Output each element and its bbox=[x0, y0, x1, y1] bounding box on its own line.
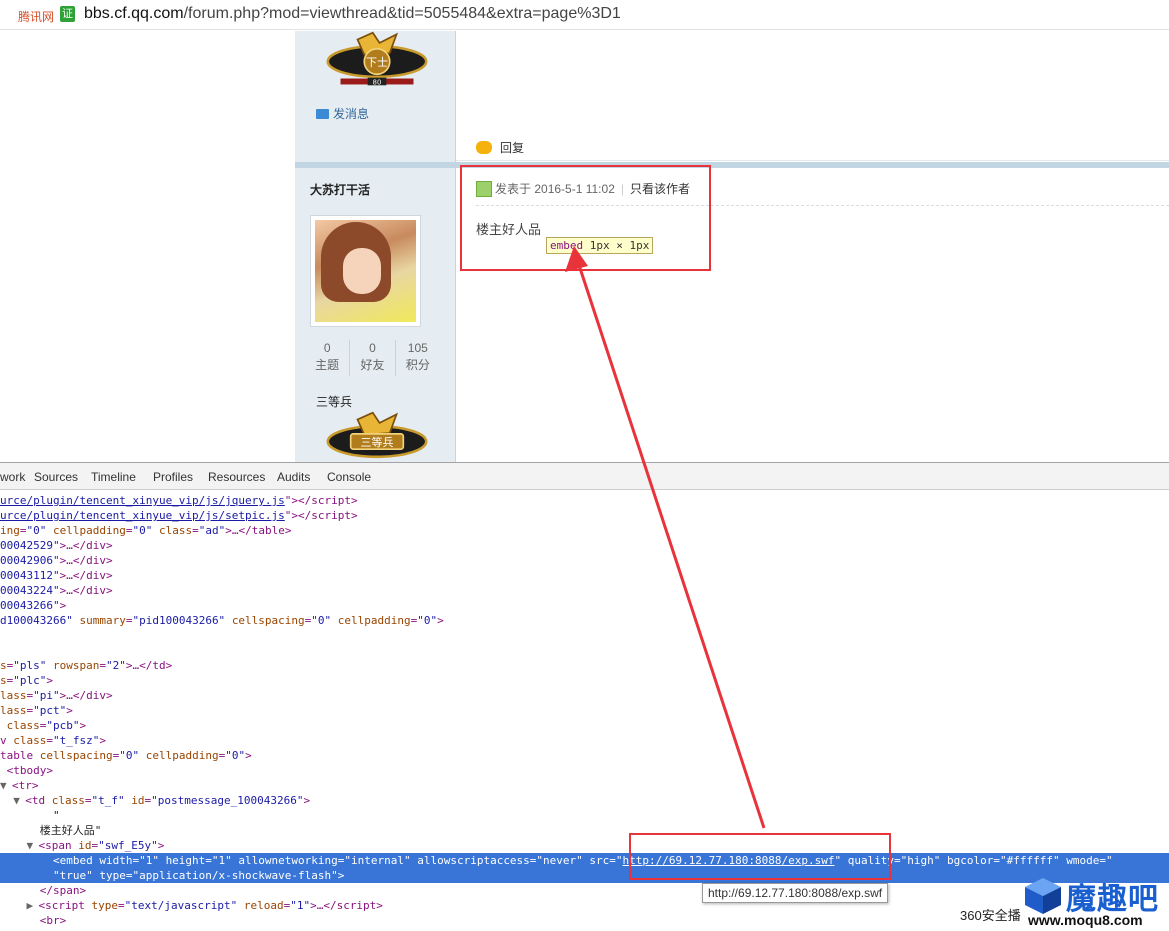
envelope-icon bbox=[316, 109, 329, 119]
reply-bubble-icon bbox=[476, 141, 492, 154]
forum-page: 下士 80 发消息 回复 大苏打干活 0 主题 0 好友 105 积分 三等兵 三等兵… bbox=[0, 31, 1169, 462]
rank-badge-text: 下士 bbox=[366, 56, 388, 69]
url-tooltip: http://69.12.77.180:8088/exp.swf bbox=[702, 883, 889, 903]
dom-node[interactable]: lass="pi">…</div> bbox=[0, 688, 1169, 703]
dom-node[interactable]: lass="pct"> bbox=[0, 703, 1169, 718]
dom-node[interactable]: s="plc"> bbox=[0, 673, 1169, 688]
tab-resources[interactable]: Resources bbox=[208, 470, 265, 484]
rank-badge-icon: 下士 80 bbox=[326, 31, 428, 86]
dom-node[interactable]: s="pls" rowspan="2">…</td> bbox=[0, 658, 1169, 673]
dom-node-selected-embed[interactable]: <embed width="1" height="1" allownetwork… bbox=[0, 853, 1169, 868]
dom-tree[interactable]: urce/plugin/tencent_xinyue_vip/js/jquery… bbox=[0, 493, 1169, 928]
site-name-label: 腾讯网 bbox=[18, 10, 55, 24]
dom-node[interactable]: <tbody> bbox=[0, 763, 1169, 778]
rank-badge-icon: 三等兵 bbox=[326, 411, 428, 459]
dom-node[interactable]: table cellspacing="0" cellpadding="0"> bbox=[0, 748, 1169, 763]
dom-node[interactable]: ▼ <tr> bbox=[0, 778, 1169, 793]
divider bbox=[456, 160, 1169, 161]
rank-name: 三等兵 bbox=[316, 395, 353, 409]
rank-badge-text: 三等兵 bbox=[360, 435, 393, 449]
stat-points[interactable]: 105 积分 bbox=[394, 340, 440, 376]
stat-threads[interactable]: 0 主题 bbox=[305, 340, 349, 376]
dom-node[interactable]: ▼ <td class="t_f" id="postmessage_1000432… bbox=[0, 793, 1169, 808]
dom-node[interactable]: ing="0" cellpadding="0" class="ad">…</ta… bbox=[0, 523, 1169, 538]
address-bar[interactable]: 腾讯网 证 bbs.cf.qq.com/forum.php?mod=viewth… bbox=[0, 0, 1169, 30]
dom-node[interactable]: class="pcb"> bbox=[0, 718, 1169, 733]
watermark-site: www.moqu8.com bbox=[1028, 912, 1143, 928]
avatar[interactable] bbox=[310, 215, 421, 327]
dom-node[interactable]: </span> bbox=[0, 883, 1169, 898]
url-host: bbs.cf.qq.com bbox=[84, 5, 184, 22]
dom-node[interactable]: 00042906">…</div> bbox=[0, 553, 1169, 568]
certificate-icon[interactable]: 证 bbox=[60, 6, 75, 22]
watermark-cube-icon bbox=[1025, 878, 1061, 914]
highlight-box-url bbox=[629, 833, 891, 880]
dom-node[interactable]: 00043224">…</div> bbox=[0, 583, 1169, 598]
tab-timeline[interactable]: Timeline bbox=[91, 470, 136, 484]
dom-node[interactable]: 00043112">…</div> bbox=[0, 568, 1169, 583]
url-field[interactable]: bbs.cf.qq.com/forum.php?mod=viewthread&t… bbox=[84, 5, 621, 23]
author-stats: 0 主题 0 好友 105 积分 bbox=[305, 340, 440, 376]
url-path: /forum.php?mod=viewthread&tid=5055484&ex… bbox=[183, 5, 621, 22]
highlight-box-post bbox=[460, 165, 711, 271]
stat-friends[interactable]: 0 好友 bbox=[349, 340, 394, 376]
dom-node[interactable]: urce/plugin/tencent_xinyue_vip/js/jquery… bbox=[0, 493, 1169, 508]
tab-console[interactable]: Console bbox=[327, 470, 371, 484]
tab-network[interactable]: work bbox=[0, 470, 25, 484]
devtools-panel: work Sources Timeline Profiles Resources… bbox=[0, 462, 1169, 931]
avatar-image bbox=[315, 220, 416, 322]
dom-node[interactable]: v class="t_fsz"> bbox=[0, 733, 1169, 748]
devtools-tabbar: work Sources Timeline Profiles Resources… bbox=[0, 463, 1169, 490]
rank-level-text: 80 bbox=[373, 78, 382, 86]
send-message-link[interactable]: 发消息 bbox=[316, 105, 369, 122]
dom-node[interactable]: urce/plugin/tencent_xinyue_vip/js/setpic… bbox=[0, 508, 1169, 523]
tab-sources[interactable]: Sources bbox=[34, 470, 78, 484]
tab-profiles[interactable]: Profiles bbox=[153, 470, 193, 484]
dom-text-node[interactable]: 楼主好人品" bbox=[0, 823, 1169, 838]
dom-node[interactable]: ▼ <span id="swf_E5y"> bbox=[0, 838, 1169, 853]
dom-node[interactable]: 00042529">…</div> bbox=[0, 538, 1169, 553]
post-separator bbox=[295, 162, 1169, 168]
watermark-360: 360安全播 bbox=[960, 908, 1021, 923]
reply-button[interactable]: 回复 bbox=[476, 139, 524, 156]
tab-audits[interactable]: Audits bbox=[277, 470, 310, 484]
dom-node[interactable]: d100043266" summary="pid100043266" cells… bbox=[0, 613, 1169, 628]
author-name-link[interactable]: 大苏打干活 bbox=[310, 181, 370, 198]
dom-node[interactable]: 00043266"> bbox=[0, 598, 1169, 613]
dom-node-selected-embed[interactable]: "true" type="application/x-shockwave-fla… bbox=[0, 868, 1169, 883]
